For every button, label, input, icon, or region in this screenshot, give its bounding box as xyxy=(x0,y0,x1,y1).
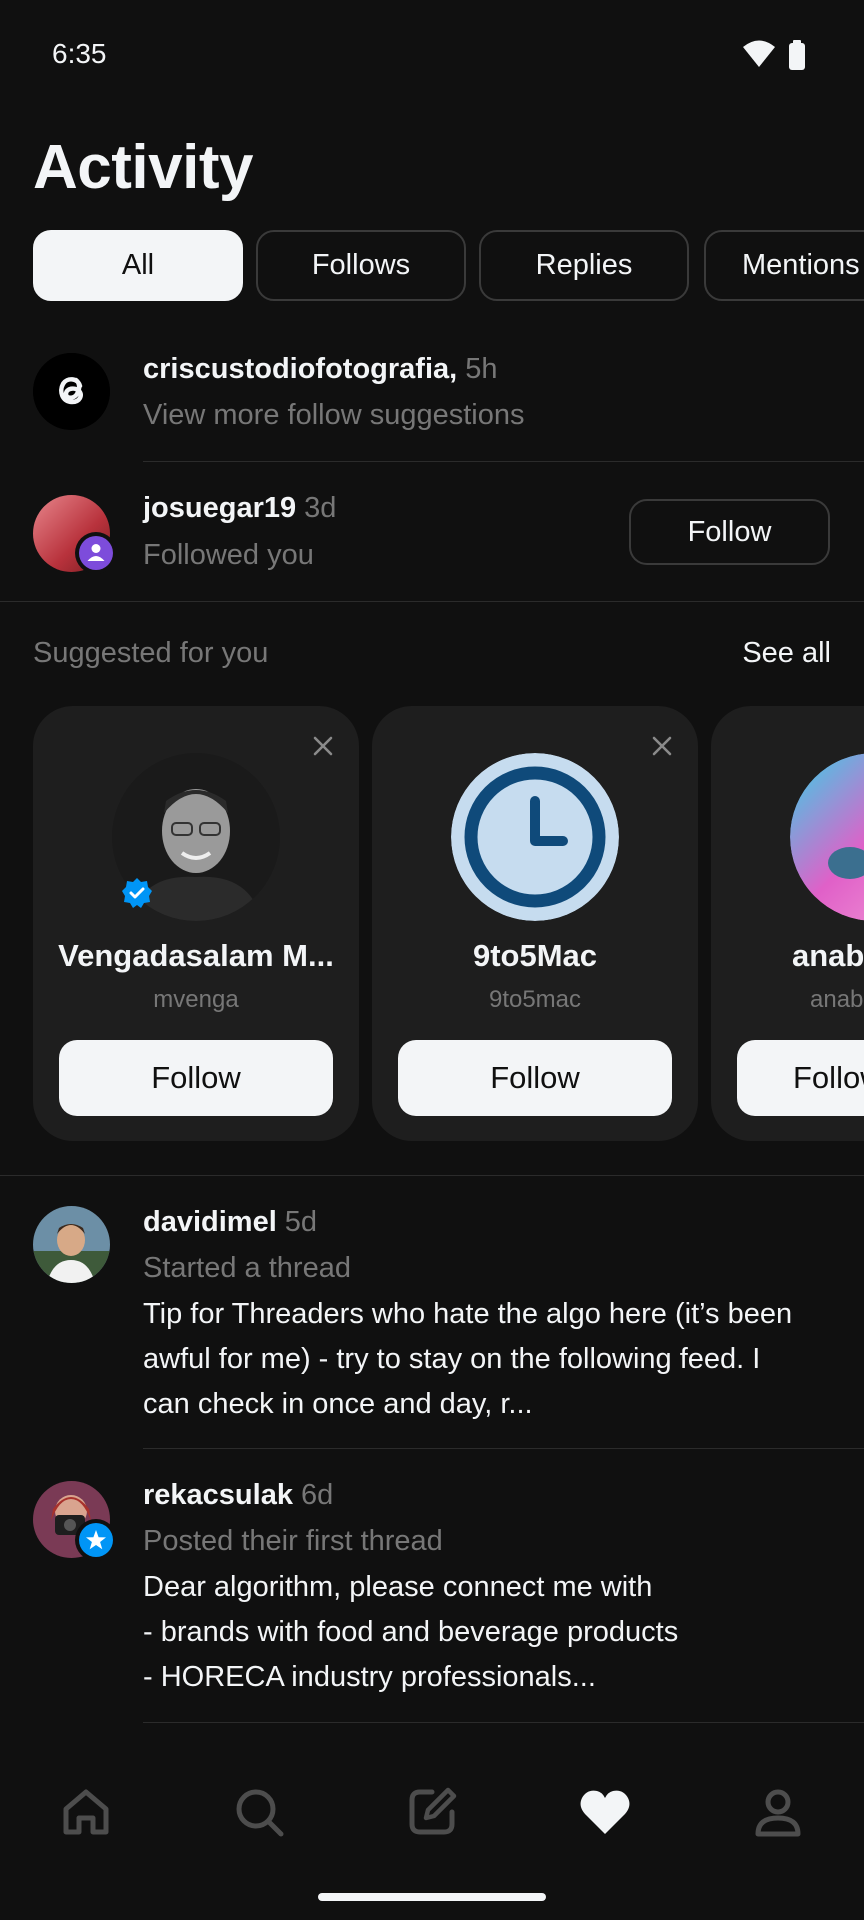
notification-time: 5d xyxy=(284,1206,318,1238)
avatar xyxy=(33,1206,110,1283)
follow-button[interactable]: Follow xyxy=(59,1040,333,1116)
suggestion-card[interactable]: Vengadasalam M... mvenga Follow xyxy=(33,706,359,1141)
notification-username[interactable]: davidimel xyxy=(143,1206,277,1238)
list-item[interactable]: davidimel 5d Started a thread Tip for Thr… xyxy=(0,1200,864,1450)
thread-preview-line: - HORECA industry professionals... xyxy=(143,1661,596,1693)
card-name: 9to5Mac xyxy=(472,938,598,973)
divider xyxy=(143,461,864,462)
tab-follows[interactable]: Follows xyxy=(256,230,466,301)
divider xyxy=(143,1722,864,1723)
follow-button[interactable]: Follow xyxy=(737,1040,864,1116)
card-handle: anab xyxy=(810,986,864,1013)
heart-icon[interactable] xyxy=(575,1782,635,1842)
notification-time: 5h xyxy=(465,353,498,385)
threads-logo-icon xyxy=(33,353,110,430)
notification-time: 3d xyxy=(304,492,337,524)
page-title: Activity xyxy=(33,133,253,202)
bottom-nav xyxy=(0,1752,864,1872)
search-icon[interactable] xyxy=(229,1782,289,1842)
notification-time: 6d xyxy=(300,1479,334,1511)
list-item[interactable]: rekacsulak 6d Posted their first thread D… xyxy=(0,1474,864,1724)
tab-mentions[interactable]: Mentions xyxy=(704,230,864,301)
divider xyxy=(0,601,864,602)
notification-subtitle: Posted their first thread xyxy=(143,1525,443,1557)
filter-tabs: All Follows Replies Mentions xyxy=(33,230,864,302)
notification-text: View more follow suggestions xyxy=(143,399,525,431)
home-icon[interactable] xyxy=(56,1782,116,1842)
close-icon[interactable] xyxy=(648,732,676,760)
suggested-label: Suggested for you xyxy=(33,637,269,669)
verified-badge-icon xyxy=(122,878,152,908)
close-icon[interactable] xyxy=(309,732,337,760)
thread-preview[interactable]: Tip for Threaders who hate the algo here… xyxy=(143,1292,803,1427)
notification-username[interactable]: rekacsulak xyxy=(143,1479,293,1511)
status-time: 6:35 xyxy=(52,38,107,69)
card-name: anabe xyxy=(792,938,864,973)
list-item[interactable]: josuegar19 3d Followed you Follow xyxy=(0,480,864,600)
divider xyxy=(0,1175,864,1176)
suggestion-carousel[interactable]: Vengadasalam M... mvenga Follow 9to5Mac … xyxy=(0,706,864,1142)
list-item[interactable]: criscustodiofotografia, 5h View more foll… xyxy=(0,340,864,460)
battery-icon xyxy=(789,40,805,70)
card-handle: 9to5mac xyxy=(488,986,582,1013)
avatar xyxy=(790,753,864,921)
suggestion-card[interactable]: anabe anab Follow xyxy=(711,706,864,1141)
notification-text: Followed you xyxy=(143,539,314,571)
notification-username[interactable]: criscustodiofotografia, xyxy=(143,353,457,385)
card-name: Vengadasalam M... xyxy=(58,938,334,973)
notification-username[interactable]: josuegar19 xyxy=(143,492,296,524)
wifi-icon xyxy=(743,40,775,67)
tab-all[interactable]: All xyxy=(33,230,243,301)
status-bar: 6:35 xyxy=(0,0,864,100)
home-indicator[interactable] xyxy=(318,1893,546,1901)
see-all-link[interactable]: See all xyxy=(742,637,831,670)
clock-icon xyxy=(451,753,619,921)
thread-preview[interactable]: Dear algorithm, please connect me with -… xyxy=(143,1565,803,1700)
tab-replies[interactable]: Replies xyxy=(479,230,689,301)
avatar xyxy=(451,753,619,921)
star-badge-icon xyxy=(75,1519,117,1561)
notification-subtitle: Started a thread xyxy=(143,1252,351,1284)
person-badge-icon xyxy=(75,532,117,574)
suggestion-card[interactable]: 9to5Mac 9to5mac Follow xyxy=(372,706,698,1141)
divider xyxy=(143,1448,864,1449)
follow-button[interactable]: Follow xyxy=(629,499,830,565)
thread-preview-line: Dear algorithm, please connect me with xyxy=(143,1571,653,1603)
thread-preview-line: - brands with food and beverage products xyxy=(143,1616,679,1648)
compose-icon[interactable] xyxy=(402,1782,462,1842)
follow-button[interactable]: Follow xyxy=(398,1040,672,1116)
profile-icon[interactable] xyxy=(748,1782,808,1842)
card-handle: mvenga xyxy=(153,986,239,1013)
